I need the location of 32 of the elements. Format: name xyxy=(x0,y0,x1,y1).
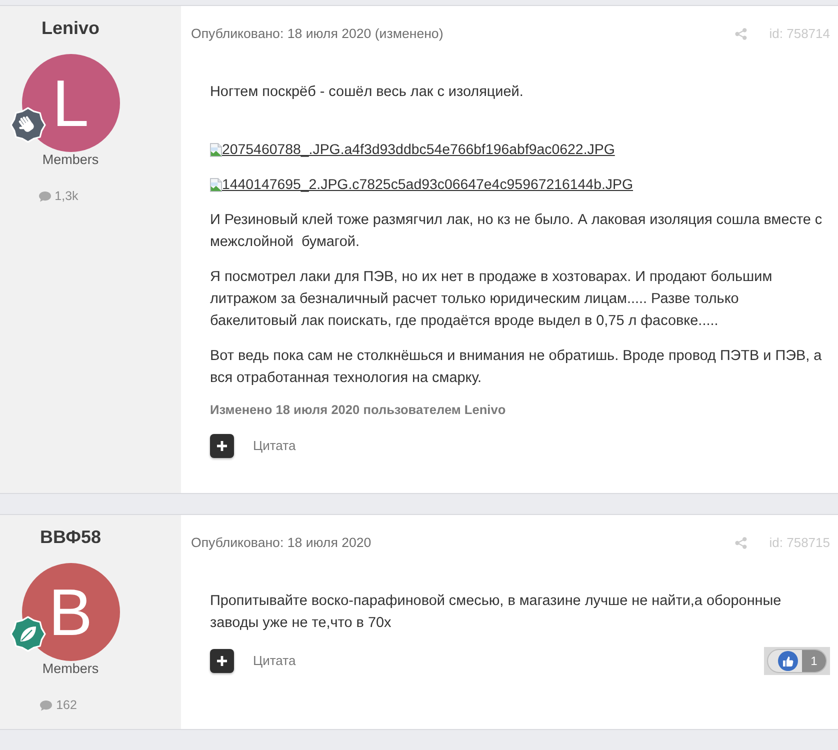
quote-link[interactable]: Цитата xyxy=(253,652,296,670)
image-link[interactable]: 2075460788_.JPG.a4f3d93ddbc54e766bf196abf9ac0622.JPG xyxy=(222,139,615,161)
hand-badge-icon xyxy=(10,107,46,143)
member-group: Members xyxy=(42,152,99,168)
comment-icon xyxy=(40,700,52,710)
post-paragraph: И Резиновый клей тоже размягчил лак, но кз не было. А лаковая изоляция сошла вместе с межслойной бумагой. xyxy=(210,211,824,252)
multiquote-button[interactable] xyxy=(210,649,234,673)
user-avatar[interactable]: B xyxy=(22,563,120,661)
post-paragraph: Я посмотрел лаки для ПЭВ, но их нет в продаже в хозтоварах. И продают большим литражом за безналичный расчет только юридическим лицам..... Разве только бакелитовый лак поискать, где продаётся вроде выдел в 0,75 л фасовке..... xyxy=(210,268,774,331)
user-avatar[interactable]: L xyxy=(22,54,120,152)
plus-icon xyxy=(217,441,227,451)
comment-icon xyxy=(38,190,51,202)
multiquote-button[interactable] xyxy=(210,434,234,458)
username-link[interactable]: ВВФ58 xyxy=(40,526,101,548)
plus-icon xyxy=(217,656,227,666)
edit-note: Изменено 18 июля 2020 пользователем Lenivo xyxy=(210,402,507,418)
post-count: 162 xyxy=(56,697,77,713)
image-link[interactable]: 1440147695_2.JPG.c7825c5ad93c06647e4c95967216144b.JPG xyxy=(222,174,634,196)
published-date: Опубликовано: 18 июля 2020 xyxy=(191,534,372,552)
post-paragraph: Пропитывайте воско-парафиновой смесью, в магазине лучше не найти,а оборонные заводы уже не те,что в 70х xyxy=(210,592,782,633)
username-link[interactable]: Lenivo xyxy=(41,17,100,39)
thumbs-up-icon xyxy=(778,651,798,671)
broken-image-icon xyxy=(210,178,222,192)
broken-image-icon xyxy=(210,143,222,157)
post-paragraph: Ногтем поскрёб - сошёл весь лак с изоляцией. xyxy=(210,83,524,102)
published-date: Опубликовано: 18 июля 2020 (изменено) xyxy=(191,25,444,43)
member-group: Members xyxy=(42,661,99,677)
post-count: 1,3k xyxy=(54,188,78,204)
post-paragraph: Вот ведь пока сам не столкнёшься и внимания не обратишь. Вроде провод ПЭТВ и ПЭВ, а вся отработанная технология на смарку. xyxy=(210,347,823,388)
quote-link[interactable]: Цитата xyxy=(253,437,296,455)
leaf-badge-icon xyxy=(10,616,46,652)
like-reaction-button[interactable]: 1 xyxy=(767,649,827,673)
